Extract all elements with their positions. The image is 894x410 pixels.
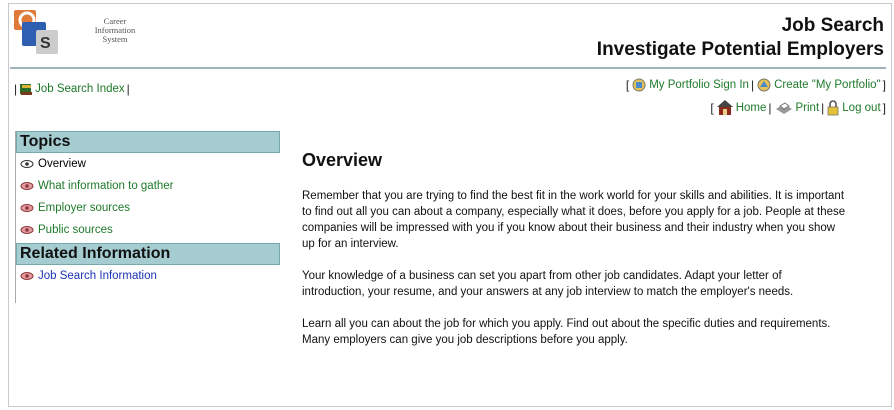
main-content: Overview Remember that you are trying to… xyxy=(302,150,847,364)
bracket: [ xyxy=(710,101,714,115)
topic-overview[interactable]: Overview xyxy=(16,153,280,175)
topic-what-information-to-gather[interactable]: What information to gather xyxy=(16,175,280,197)
logo-text: Career Information System xyxy=(75,17,155,44)
topics-heading: Topics xyxy=(16,131,280,153)
eye-icon xyxy=(20,160,34,168)
log-out-link[interactable]: Log out xyxy=(842,102,880,114)
home-icon xyxy=(716,100,733,115)
eye-icon xyxy=(20,182,34,190)
bracket: | xyxy=(750,78,755,92)
bracket: ] xyxy=(882,78,886,92)
content-paragraph: Remember that you are trying to find the… xyxy=(302,190,846,250)
topic-public-sources[interactable]: Public sources xyxy=(16,219,280,241)
utility-nav: [ Home | Print | Log out ] xyxy=(710,99,886,117)
bracket: | xyxy=(126,82,130,96)
bracket: [ xyxy=(625,78,630,92)
bracket: | xyxy=(821,101,825,115)
topic-label: Public sources xyxy=(38,224,113,236)
content-paragraph: Your knowledge of a business can set you… xyxy=(302,270,794,298)
create-portfolio-link[interactable]: Create "My Portfolio" xyxy=(774,79,881,91)
home-link[interactable]: Home xyxy=(736,102,767,114)
book-icon xyxy=(20,83,33,95)
create-portfolio-icon xyxy=(757,78,771,92)
related-heading: Related Information xyxy=(16,243,280,265)
header-divider xyxy=(10,67,886,69)
topic-label: Employer sources xyxy=(38,202,131,214)
portfolio-nav: [ My Portfolio Sign In | Create "My Port… xyxy=(626,78,886,92)
job-search-index-link[interactable]: Job Search Index xyxy=(35,83,125,95)
logo-text-line: System xyxy=(102,34,128,44)
related-job-search-information[interactable]: Job Search Information xyxy=(16,265,280,287)
topic-employer-sources[interactable]: Employer sources xyxy=(16,197,280,219)
printer-icon xyxy=(775,102,792,114)
related-label: Job Search Information xyxy=(38,270,157,282)
eye-icon xyxy=(20,204,34,212)
portfolio-sign-in-link[interactable]: My Portfolio Sign In xyxy=(649,79,749,91)
job-search-index-nav: | Job Search Index | xyxy=(14,82,130,96)
content-heading: Overview xyxy=(302,150,383,170)
bracket: | xyxy=(14,82,18,96)
bracket: ] xyxy=(882,101,886,115)
topic-label: What information to gather xyxy=(38,180,174,192)
page-title-line2: Investigate Potential Employers xyxy=(596,39,884,60)
portfolio-icon xyxy=(632,78,646,92)
page-title-line1: Job Search xyxy=(781,15,884,36)
topic-label: Overview xyxy=(38,158,86,170)
page-title: Job Search Investigate Potential Employe… xyxy=(597,14,884,62)
eye-icon xyxy=(20,272,34,280)
eye-icon xyxy=(20,226,34,234)
svg-text:S: S xyxy=(40,35,51,52)
cis-logo-icon: S xyxy=(14,10,58,54)
cis-logo[interactable]: S Career Information System xyxy=(12,8,162,60)
sidebar: Topics Overview What information to gath… xyxy=(15,131,280,303)
bracket: | xyxy=(768,101,772,115)
lock-icon xyxy=(827,100,839,116)
content-paragraph: Learn all you can about the job for whic… xyxy=(302,318,831,346)
print-link[interactable]: Print xyxy=(796,102,820,114)
